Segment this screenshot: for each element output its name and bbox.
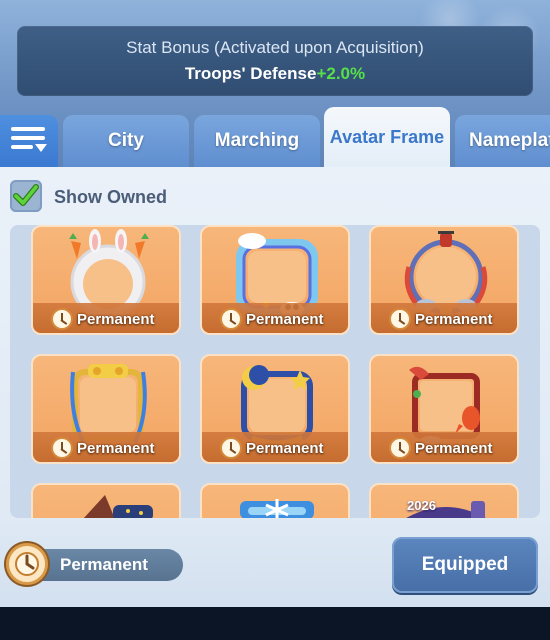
stat-bonus-line: Troops' Defense+2.0% bbox=[17, 64, 533, 84]
clock-icon bbox=[51, 308, 73, 330]
avatar-frame-card[interactable]: Permanent bbox=[369, 225, 519, 335]
show-owned-label: Show Owned bbox=[54, 187, 168, 207]
card-duration-label: Permanent bbox=[415, 440, 493, 457]
bottom-action-bar: Permanent Equipped bbox=[0, 520, 550, 607]
avatar-frame-card[interactable]: Permanent bbox=[200, 225, 350, 335]
wizard-hat-frame-icon bbox=[83, 495, 153, 518]
checkmark-icon bbox=[13, 184, 39, 206]
clock-icon bbox=[220, 437, 242, 459]
tab-city[interactable]: City bbox=[63, 115, 189, 167]
snowflake-frame-icon bbox=[240, 499, 314, 518]
card-duration-label: Permanent bbox=[77, 311, 155, 328]
stat-name: Troops' Defense bbox=[184, 64, 317, 83]
avatar-frame-card[interactable]: Permanent bbox=[31, 354, 181, 464]
stat-bonus-panel: Stat Bonus (Activated upon Acquisition) … bbox=[17, 26, 533, 96]
clock-icon bbox=[51, 437, 73, 459]
avatar-frame-card[interactable] bbox=[200, 483, 350, 518]
menu-list-icon bbox=[11, 127, 47, 157]
tab-bar: City Marching Avatar Frame Nameplate bbox=[0, 107, 550, 167]
clock-icon bbox=[389, 308, 411, 330]
tab-marching[interactable]: Marching bbox=[194, 115, 320, 167]
tab-avatar-frame[interactable]: Avatar Frame bbox=[324, 107, 450, 167]
clock-icon bbox=[6, 543, 48, 585]
equipped-button[interactable]: Equipped bbox=[392, 537, 538, 593]
avatar-frame-card[interactable]: Permanent bbox=[31, 225, 181, 335]
card-duration-label: Permanent bbox=[246, 440, 324, 457]
duration-pill: Permanent bbox=[6, 543, 183, 585]
duration-label: Permanent bbox=[60, 555, 148, 574]
stat-value: +2.0% bbox=[316, 64, 366, 83]
avatar-frame-grid: Permanent Permanent Permanent Permanent … bbox=[10, 225, 540, 518]
year-label: 2026 bbox=[407, 498, 436, 513]
clock-icon bbox=[220, 308, 242, 330]
card-duration-label: Permanent bbox=[246, 311, 324, 328]
bottom-edge bbox=[0, 607, 550, 640]
card-duration-label: Permanent bbox=[415, 311, 493, 328]
avatar-frame-card[interactable]: Permanent bbox=[200, 354, 350, 464]
stat-bonus-title: Stat Bonus (Activated upon Acquisition) bbox=[126, 38, 424, 57]
avatar-frame-card[interactable] bbox=[31, 483, 181, 518]
avatar-frame-card[interactable]: 2026 bbox=[369, 483, 519, 518]
new-year-2026-frame-icon bbox=[406, 501, 486, 518]
tab-nameplate[interactable]: Nameplate bbox=[455, 115, 550, 167]
show-owned-checkbox[interactable] bbox=[10, 180, 42, 212]
card-duration-label: Permanent bbox=[77, 440, 155, 457]
clock-icon bbox=[389, 437, 411, 459]
filter-menu-button[interactable] bbox=[0, 115, 58, 167]
avatar-frame-card[interactable]: Permanent bbox=[369, 354, 519, 464]
